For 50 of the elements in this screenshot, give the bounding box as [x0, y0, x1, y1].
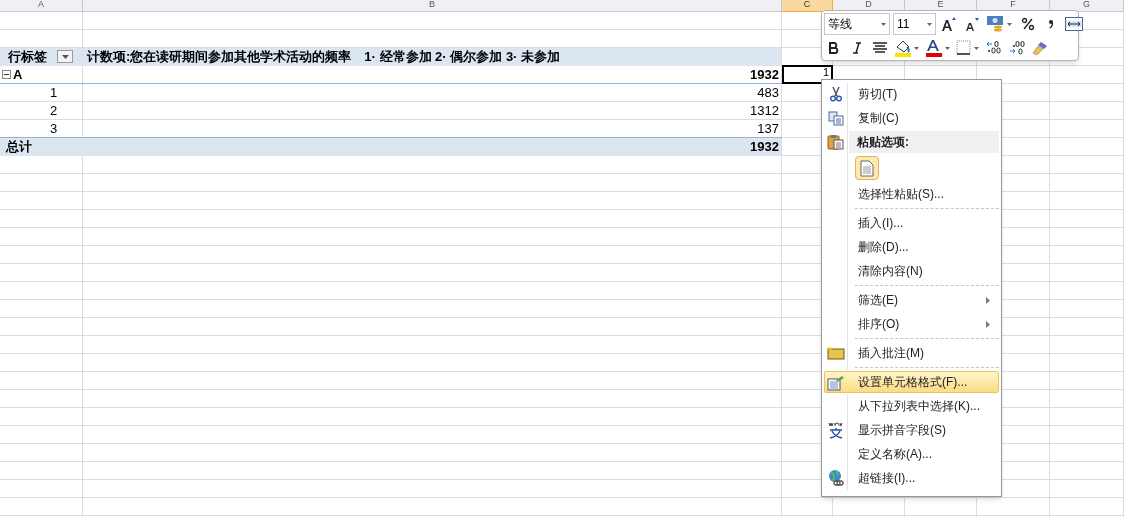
table-cell-text: A	[13, 65, 23, 84]
caret-icon	[927, 22, 932, 26]
globe-link-icon	[826, 469, 845, 487]
column-header[interactable]: C	[782, 0, 833, 12]
table-cell-text: 计数项:您在读研期间参加其他学术活动的频率 1· 经常参加 2· 偶尔参加 3· 未参加	[87, 47, 561, 66]
clipboard-icon	[827, 134, 844, 150]
menu-item[interactable]: 插入批注(M)	[849, 342, 999, 364]
format-cells-icon	[827, 375, 845, 391]
menu-item[interactable]: 超链接(I)...	[849, 467, 999, 489]
sticky-note-icon	[826, 346, 845, 360]
table-cell-text: 2	[50, 101, 58, 120]
paste-options-header: 粘贴选项:	[849, 131, 999, 153]
filter-dropdown-button[interactable]	[57, 50, 73, 63]
table-cell-text: 483	[757, 83, 779, 102]
menu-item[interactable]: 选择性粘贴(S)...	[849, 183, 999, 205]
menu-item[interactable]: 清除内容(N)	[849, 260, 999, 282]
phonetic-guide-icon	[827, 421, 844, 439]
table-cell-text: 1932	[750, 137, 779, 156]
font-color-icon[interactable]	[924, 37, 952, 58]
table-cell-text: 3	[50, 119, 58, 138]
table-cell-text: 1932	[750, 65, 779, 84]
menu-item[interactable]: 从下拉列表中选择(K)...	[849, 395, 999, 417]
menu-item[interactable]: 设置单元格格式(F)...	[824, 371, 999, 393]
column-header[interactable]: G	[1050, 0, 1124, 12]
table-cell-text: 1312	[750, 101, 779, 120]
menu-item[interactable]: 显示拼音字段(S)	[849, 419, 999, 441]
font-size-field[interactable]: 11	[893, 13, 936, 36]
column-header[interactable]: B	[83, 0, 782, 12]
scissors-icon	[828, 86, 843, 102]
menu-item[interactable]: 排序(O)	[849, 313, 999, 335]
column-header[interactable]: A	[0, 0, 83, 12]
caret-icon	[881, 22, 886, 26]
menu-item[interactable]: 插入(I)...	[849, 212, 999, 234]
menu-item[interactable]: 剪切(T)	[849, 83, 999, 105]
menu-item[interactable]: 定义名称(A)...	[849, 443, 999, 465]
submenu-arrow-icon	[986, 320, 990, 328]
table-cell-text: 总计	[6, 137, 32, 156]
font-name-field[interactable]: 等线	[824, 13, 890, 36]
submenu-arrow-icon	[986, 296, 990, 304]
caret-icon	[61, 54, 69, 59]
document-icon	[860, 159, 874, 177]
menu-item[interactable]: 复制(C)	[849, 107, 999, 129]
menu-item[interactable]: 删除(D)...	[849, 236, 999, 258]
table-cell-text: 137	[757, 119, 779, 138]
menu-item[interactable]: 筛选(E)	[849, 289, 999, 311]
table-cell-text: 行标签	[8, 47, 47, 66]
copy-icon	[827, 110, 844, 126]
table-cell-text: 1	[50, 83, 58, 102]
collapse-icon[interactable]	[2, 70, 11, 79]
borders-icon[interactable]	[955, 37, 981, 58]
